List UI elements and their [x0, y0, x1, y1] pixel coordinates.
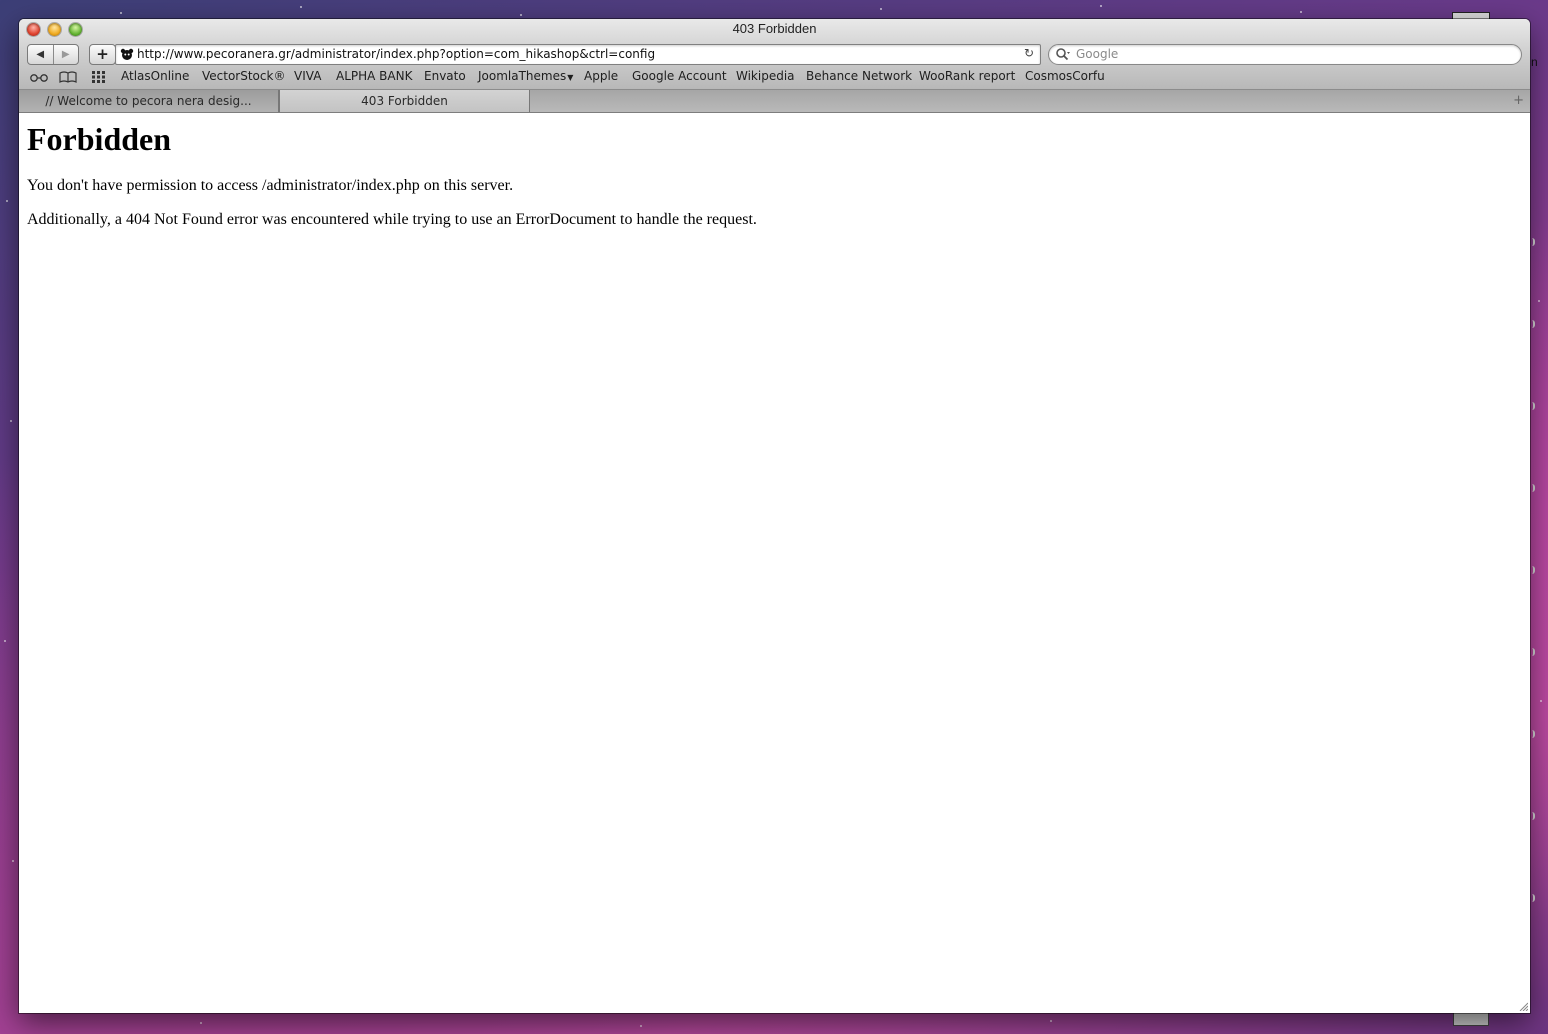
tab-403-forbidden[interactable]: 403 Forbidden — [279, 90, 530, 112]
new-tab-icon[interactable]: + — [1513, 93, 1524, 108]
bookmark-envato[interactable]: Envato — [424, 69, 466, 83]
search-placeholder: Google — [1076, 47, 1119, 61]
desktop-icon-label: n — [1531, 55, 1538, 69]
forward-button[interactable]: ▶ — [54, 45, 79, 64]
reload-icon[interactable]: ↻ — [1024, 46, 1034, 60]
nav-buttons: ◀ ▶ — [27, 44, 79, 65]
bookmark-woorank-report[interactable]: WooRank report — [919, 69, 1015, 83]
plus-icon: + — [96, 45, 109, 63]
add-bookmark-button[interactable]: + — [89, 44, 116, 65]
browser-window: 403 Forbidden ◀ ▶ + http://www.pecoraner… — [19, 19, 1530, 1013]
desktop-edge-mark — [1530, 812, 1535, 820]
tab-bar: // Welcome to pecora nera desig... 403 F… — [19, 90, 1530, 113]
page-content: Forbidden You don't have permission to a… — [19, 113, 1530, 1013]
error-message: You don't have permission to access /adm… — [27, 177, 514, 194]
bookmarks-book-icon[interactable] — [59, 70, 77, 84]
desktop-edge-mark — [1530, 648, 1535, 656]
page-heading: Forbidden — [27, 121, 172, 157]
bookmark-behance-network[interactable]: Behance Network — [806, 69, 912, 83]
bookmark-viva[interactable]: VIVA — [294, 69, 321, 83]
dropdown-triangle-icon: ▼ — [567, 73, 574, 82]
back-arrow-icon: ◀ — [36, 49, 45, 60]
bookmark-joomlathemes-label: JoomlaThemes — [478, 69, 567, 83]
title-bar[interactable]: 403 Forbidden ◀ ▶ + http://www.pecoraner… — [19, 19, 1530, 90]
bookmark-vectorstock[interactable]: VectorStock® — [202, 69, 285, 83]
top-sites-grid-icon[interactable] — [91, 70, 106, 84]
desktop-edge-mark — [1530, 730, 1535, 738]
back-button[interactable]: ◀ — [28, 45, 54, 64]
desktop-edge-mark — [1530, 566, 1535, 574]
reading-list-icon[interactable] — [29, 70, 49, 84]
forward-arrow-icon: ▶ — [61, 49, 70, 60]
bookmark-alpha-bank[interactable]: ALPHA BANK — [336, 69, 412, 83]
desktop-edge-mark — [1530, 402, 1535, 410]
bookmark-wikipedia[interactable]: Wikipedia — [736, 69, 795, 83]
desktop-edge-mark — [1530, 238, 1535, 246]
desktop-edge-mark — [1530, 484, 1535, 492]
resize-grip-icon[interactable] — [1518, 1001, 1528, 1011]
desktop-edge-mark — [1530, 894, 1535, 902]
bookmark-joomlathemes-folder[interactable]: JoomlaThemes▼ — [478, 69, 573, 83]
window-title: 403 Forbidden — [732, 21, 817, 36]
search-icon — [1056, 48, 1070, 61]
site-favicon-icon — [120, 48, 134, 60]
error-detail: Additionally, a 404 Not Found error was … — [27, 211, 757, 228]
bookmark-cosmoscorfu[interactable]: CosmosCorfu — [1025, 69, 1105, 83]
bookmarks-bar: AtlasOnline VectorStock® VIVA ALPHA BANK… — [19, 68, 1530, 86]
desktop-edge-mark — [1530, 320, 1535, 328]
address-bar[interactable]: http://www.pecoranera.gr/administrator/i… — [115, 44, 1041, 65]
url-text: http://www.pecoranera.gr/administrator/i… — [137, 47, 656, 61]
search-field[interactable]: Google — [1048, 44, 1522, 65]
tab-welcome[interactable]: // Welcome to pecora nera desig... — [19, 90, 279, 112]
bookmark-atlasonline[interactable]: AtlasOnline — [121, 69, 189, 83]
bookmark-google-account[interactable]: Google Account — [632, 69, 727, 83]
bookmark-apple[interactable]: Apple — [584, 69, 618, 83]
